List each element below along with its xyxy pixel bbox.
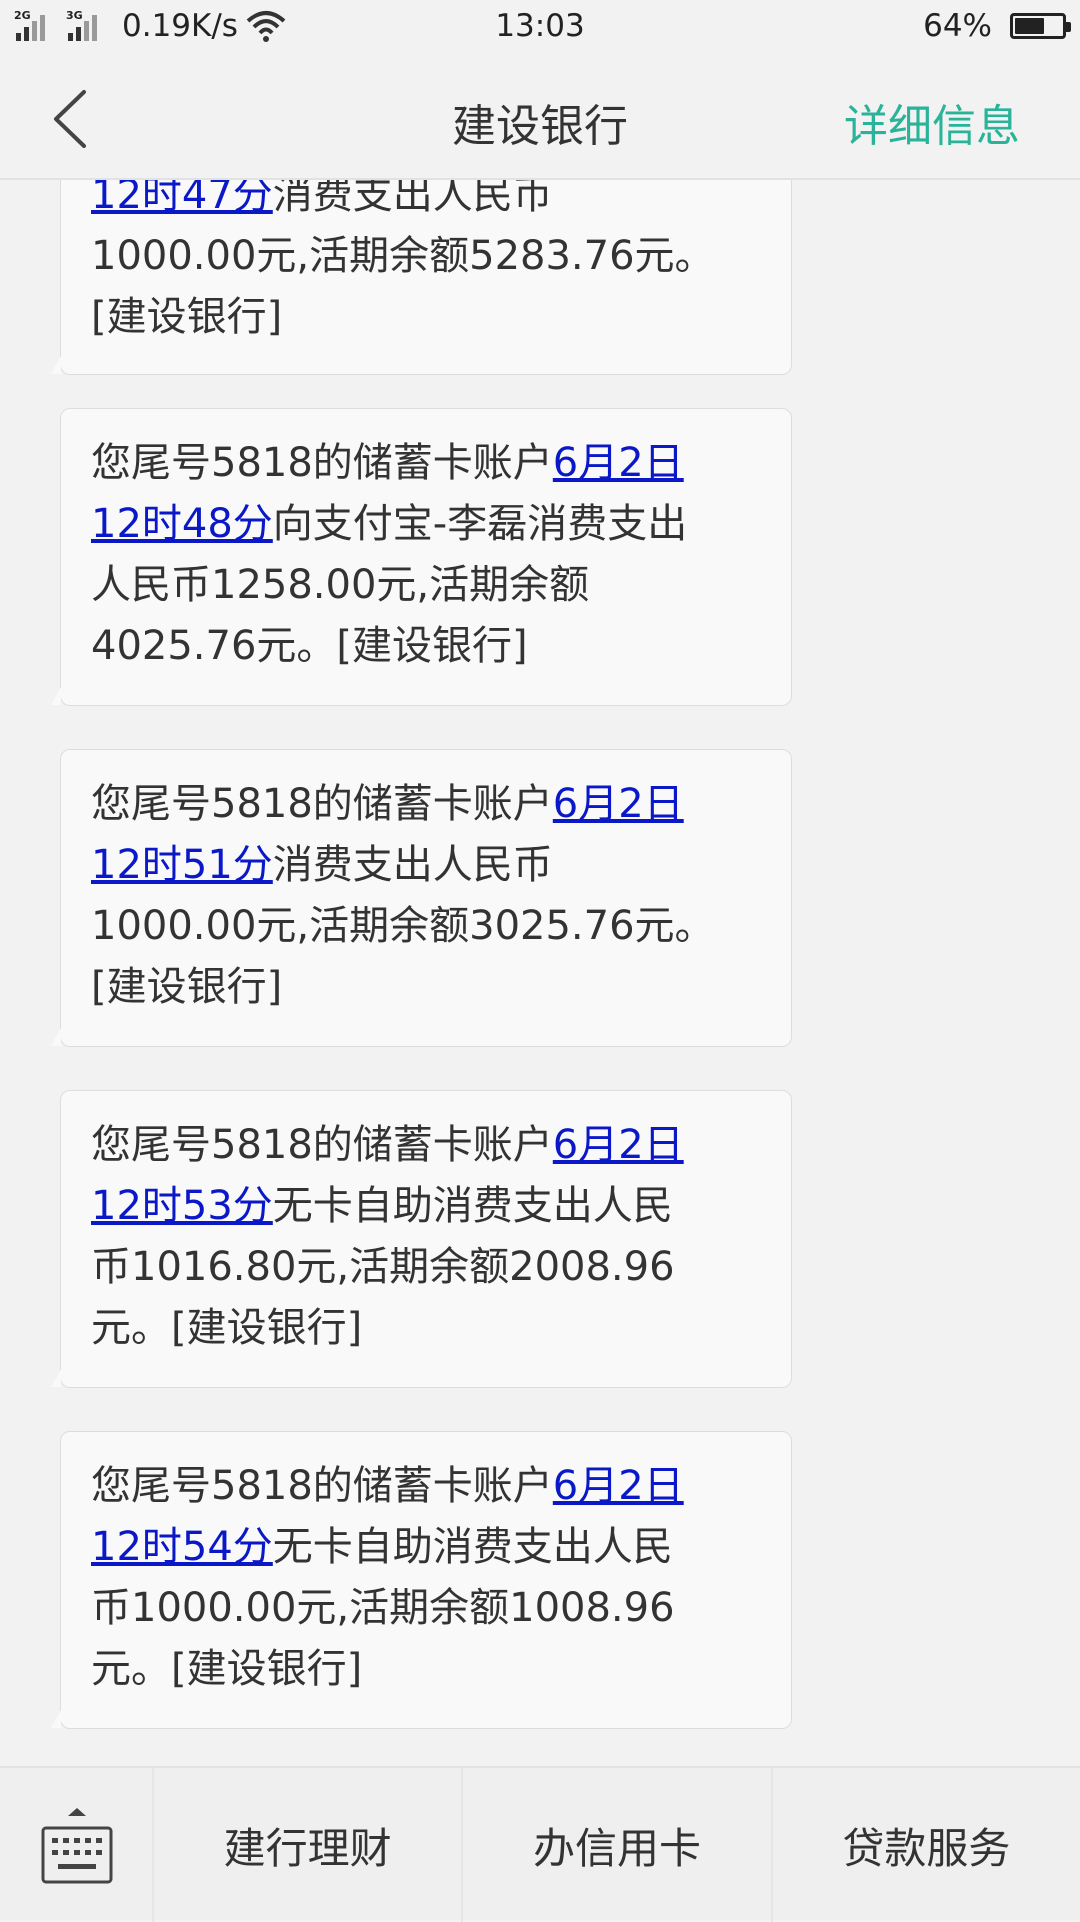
battery-icon <box>1010 13 1071 39</box>
message-line: 4025.76元。[建设银行] <box>91 623 528 669</box>
message-bubble[interactable]: 您尾号5818的储蓄卡账户6月2日 12时51分消费支出人民币 1000.00元… <box>51 749 792 1047</box>
message-line: 元。[建设银行] <box>91 1646 363 1692</box>
bottom-menu-bar: 建行理财 办信用卡 贷款服务 <box>0 1766 1080 1922</box>
message-line: [建设银行] <box>91 294 283 340</box>
keyboard-toggle-button[interactable] <box>0 1768 154 1922</box>
message-line: 您尾号5818的储蓄卡账户6月2日 <box>91 1463 684 1509</box>
message-line: 您尾号5818的储蓄卡账户6月2日 <box>91 1122 684 1168</box>
status-right: 64% <box>923 8 1071 44</box>
message-bubble[interactable]: 12时47分消费支出人民币 1000.00元,活期余额5283.76元。 [建设… <box>51 180 792 375</box>
message-line: 1000.00元,活期余额3025.76元。 <box>91 903 715 949</box>
detail-info-button[interactable]: 详细信息 <box>844 90 1020 154</box>
status-time: 13:03 <box>495 8 585 44</box>
message-list[interactable]: 12时47分消费支出人民币 1000.00元,活期余额5283.76元。 [建设… <box>0 180 1080 1766</box>
message-line: 12时53分无卡自助消费支出人民 <box>91 1183 673 1229</box>
message-line: 币1000.00元,活期余额1008.96 <box>91 1585 675 1631</box>
menu-wealth-management[interactable]: 建行理财 <box>154 1768 464 1922</box>
keyboard-icon <box>41 1808 113 1884</box>
message-line: 人民币1258.00元,活期余额 <box>91 562 590 608</box>
message-time-link[interactable]: 12时53分 <box>91 1183 273 1229</box>
message-line: 12时51分消费支出人民币 <box>91 842 553 888</box>
message-line: 12时54分无卡自助消费支出人民 <box>91 1524 673 1570</box>
message-line: 您尾号5818的储蓄卡账户6月2日 <box>91 781 684 827</box>
status-bar: 2G 3G 0.19K/s 13:03 64% <box>0 0 1080 56</box>
message-line: 您尾号5818的储蓄卡账户6月2日 <box>91 440 684 486</box>
message-line: 12时48分向支付宝-李磊消费支出 <box>91 501 688 547</box>
message-date-link[interactable]: 6月2日 <box>553 1122 684 1168</box>
message-bubble[interactable]: 您尾号5818的储蓄卡账户6月2日 12时48分向支付宝-李磊消费支出 人民币1… <box>51 408 792 706</box>
message-date-link[interactable]: 6月2日 <box>553 1463 684 1509</box>
message-bubble[interactable]: 您尾号5818的储蓄卡账户6月2日 12时53分无卡自助消费支出人民 币1016… <box>51 1090 792 1388</box>
message-line: 币1016.80元,活期余额2008.96 <box>91 1244 675 1290</box>
message-time-link[interactable]: 12时54分 <box>91 1524 273 1570</box>
message-line: [建设银行] <box>91 964 283 1010</box>
message-line: 1000.00元,活期余额5283.76元。 <box>91 233 715 279</box>
battery-percent: 64% <box>923 8 992 44</box>
message-line: 12时47分消费支出人民币 <box>91 180 761 226</box>
conversation-header: 建设银行 详细信息 <box>0 56 1080 180</box>
message-date-link[interactable]: 6月2日 <box>553 781 684 827</box>
message-time-link[interactable]: 12时51分 <box>91 842 273 888</box>
message-bubble[interactable]: 您尾号5818的储蓄卡账户6月2日 12时54分无卡自助消费支出人民 币1000… <box>51 1431 792 1729</box>
message-time-link[interactable]: 12时48分 <box>91 501 273 547</box>
menu-loan-service[interactable]: 贷款服务 <box>773 1768 1080 1922</box>
message-time-link[interactable]: 12时47分 <box>91 180 273 218</box>
menu-credit-card[interactable]: 办信用卡 <box>463 1768 773 1922</box>
message-date-link[interactable]: 6月2日 <box>553 440 684 486</box>
battery-fill <box>1015 18 1044 34</box>
message-line: 元。[建设银行] <box>91 1305 363 1351</box>
